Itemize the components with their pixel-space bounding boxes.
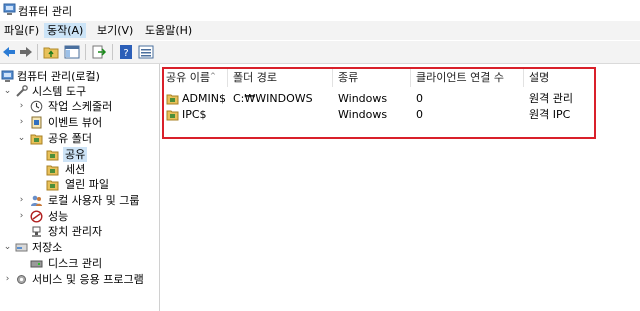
back-icon[interactable] — [1, 44, 17, 60]
menu-file[interactable]: 파일(F) — [1, 23, 42, 38]
highlight-box — [162, 67, 596, 139]
chevron-down-icon[interactable]: ⌄ — [3, 84, 12, 99]
tree-item-label: 저장소 — [32, 241, 63, 254]
performance-icon — [30, 210, 43, 223]
chevron-right-icon[interactable]: › — [3, 272, 12, 287]
sessions-icon — [46, 163, 59, 176]
clock-icon — [30, 100, 43, 113]
device-manager-icon — [30, 225, 43, 238]
window-title: 컴퓨터 관리 — [18, 5, 73, 18]
tree-item-label: 컴퓨터 관리(로컬) — [17, 70, 100, 83]
computer-management-icon — [3, 3, 16, 16]
open-files-icon — [46, 178, 59, 191]
chevron-right-icon[interactable]: › — [17, 209, 26, 224]
computer-management-icon — [1, 70, 14, 83]
tree-item-label: 성능 — [48, 210, 69, 223]
tree-item-label: 로컬 사용자 및 그룹 — [48, 194, 140, 207]
chevron-down-icon[interactable]: ⌄ — [3, 240, 12, 255]
tree-item-label: 장치 관리자 — [48, 225, 103, 238]
chevron-down-icon[interactable]: ⌄ — [17, 131, 26, 146]
shared-folder-icon — [46, 148, 59, 161]
tree-item-label: 서비스 및 응용 프로그램 — [32, 273, 144, 286]
tree-item-label: 세션 — [65, 163, 86, 176]
chevron-right-icon[interactable]: › — [17, 115, 26, 130]
tree-item-label: 디스크 관리 — [48, 257, 103, 270]
tree-item-label: 작업 스케줄러 — [48, 100, 113, 113]
show-hide-tree-icon[interactable] — [64, 44, 80, 60]
menu-view[interactable]: 보기(V) — [94, 23, 136, 38]
tree-item-label: 공유 폴더 — [48, 132, 92, 145]
menu-action[interactable]: 동작(A) — [44, 23, 87, 38]
menu-help[interactable]: 도움말(H) — [142, 23, 195, 38]
svg-text:?: ? — [123, 48, 128, 59]
tree-item-label: 이벤트 뷰어 — [48, 116, 103, 129]
console-tree: 컴퓨터 관리(로컬) ⌄ 시스템 도구 › 작업 스케줄러 › 이벤트 뷰어 ⌄… — [0, 64, 160, 311]
tree-item-label: 시스템 도구 — [32, 85, 87, 98]
menu-bar: 파일(F) 동작(A) 보기(V) 도움말(H) — [0, 21, 640, 40]
forward-icon[interactable] — [18, 44, 34, 60]
services-icon — [15, 273, 28, 286]
chevron-right-icon[interactable]: › — [17, 193, 26, 208]
view-icon[interactable] — [138, 44, 154, 60]
storage-icon — [15, 241, 28, 254]
toolbar: ? — [0, 41, 640, 64]
disk-icon — [30, 257, 43, 270]
tools-icon — [15, 85, 28, 98]
help-icon[interactable]: ? — [118, 44, 134, 60]
chevron-right-icon[interactable]: › — [17, 99, 26, 114]
up-folder-icon[interactable] — [43, 44, 59, 60]
users-icon — [30, 194, 43, 207]
export-list-icon[interactable] — [91, 44, 107, 60]
tree-item-label: 열린 파일 — [65, 178, 109, 191]
tree-item-label: 공유 — [63, 147, 88, 162]
event-viewer-icon — [30, 116, 43, 129]
shared-folder-icon — [30, 132, 43, 145]
title-bar: 컴퓨터 관리 — [0, 0, 640, 20]
